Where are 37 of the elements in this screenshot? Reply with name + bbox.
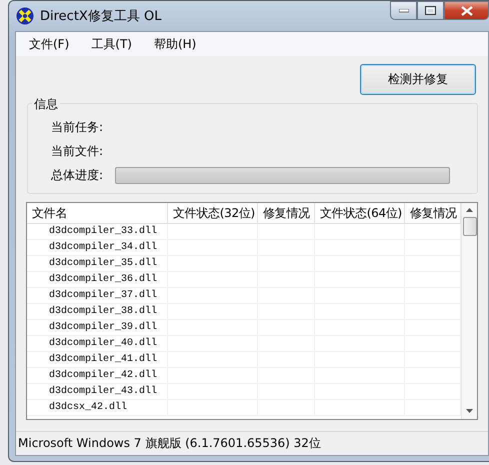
- field-label: 当前文件:: [51, 143, 104, 160]
- column-header[interactable]: 文件状态(32位): [168, 203, 258, 223]
- group-title: 信息: [32, 96, 60, 113]
- window-title: DirectX修复工具 OL: [40, 8, 162, 25]
- scroll-thumb[interactable]: [462, 217, 476, 236]
- table-cell-text: d3dcompiler_38.dll: [48, 306, 158, 317]
- maximize-button[interactable]: [417, 1, 444, 20]
- close-button[interactable]: [444, 1, 489, 20]
- table-cell-text: d3dcompiler_35.dll: [48, 258, 158, 269]
- scroll-up-icon[interactable]: [466, 208, 473, 212]
- scroll-down-icon[interactable]: [466, 409, 473, 413]
- minimize-button[interactable]: [390, 1, 417, 20]
- table-cell-text: d3dcompiler_43.dll: [48, 386, 158, 397]
- menu-item[interactable]: 文件(F): [29, 36, 70, 52]
- menu-item[interactable]: 帮助(H): [154, 36, 196, 52]
- close-icon: [460, 6, 472, 16]
- detect-repair-button[interactable]: 检测并修复: [360, 64, 476, 95]
- field-label: 总体进度:: [51, 167, 104, 184]
- menu-item[interactable]: 工具(T): [91, 36, 132, 52]
- field-label: 当前任务:: [51, 119, 104, 136]
- table-cell-text: d3dcsx_42.dll: [48, 402, 128, 413]
- table-cell-text: d3dcompiler_33.dll: [48, 226, 158, 237]
- table-cell-text: d3dcompiler_42.dll: [48, 370, 158, 381]
- scrollbar[interactable]: [461, 203, 477, 419]
- status-text: Microsoft Windows 7 旗舰版 (6.1.7601.65536) 32位: [18, 435, 321, 452]
- table-cell-text: d3dcompiler_40.dll: [48, 338, 158, 349]
- column-header[interactable]: 文件状态(64位): [315, 203, 405, 223]
- table-cell-text: d3dcompiler_41.dll: [48, 354, 158, 365]
- table-cell-text: d3dcompiler_36.dll: [48, 274, 158, 285]
- table-cell-text: d3dcompiler_34.dll: [48, 242, 158, 253]
- table-cell-text: d3dcompiler_37.dll: [48, 290, 158, 301]
- maximize-icon: [425, 6, 436, 15]
- column-header[interactable]: 修复情况: [258, 203, 315, 223]
- column-header[interactable]: 文件名: [27, 203, 168, 223]
- table-cell-text: d3dcompiler_39.dll: [48, 322, 158, 333]
- app-logo-icon: [16, 7, 34, 25]
- minimize-icon: [398, 8, 408, 12]
